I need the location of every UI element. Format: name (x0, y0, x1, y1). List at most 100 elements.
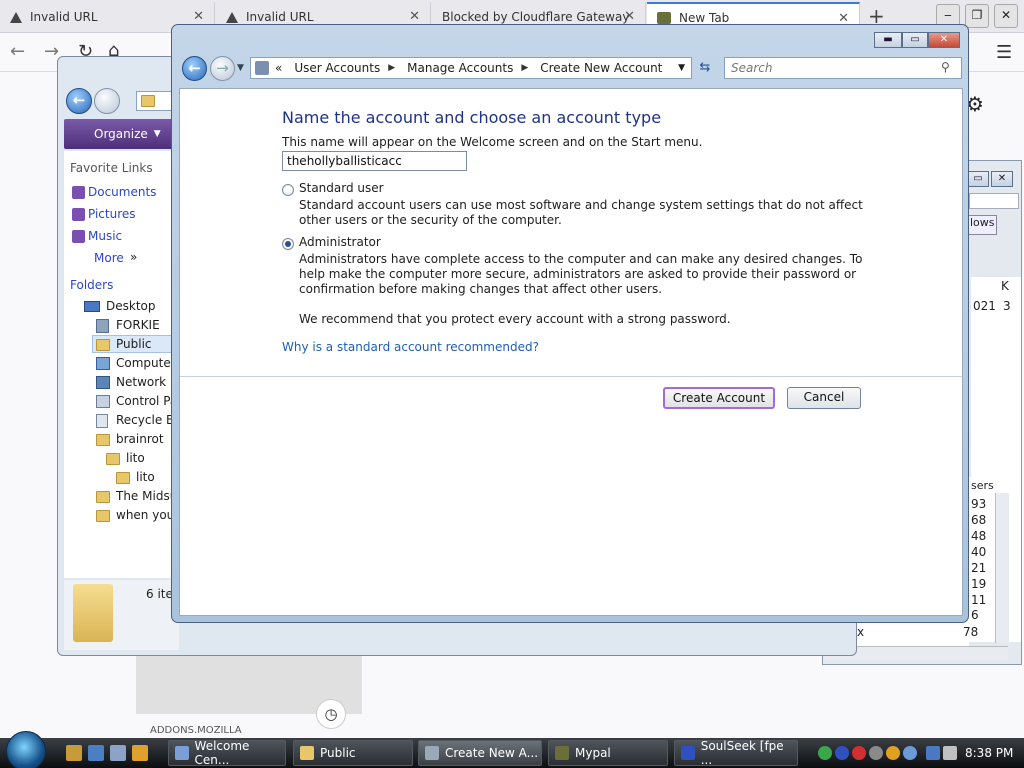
fav-music[interactable]: Music (88, 229, 122, 243)
restore-window-button[interactable]: ❐ (965, 4, 989, 28)
col-header: K (1001, 279, 1009, 293)
cell: 68 (971, 513, 987, 527)
clock[interactable]: 8:38 PM (965, 746, 1013, 760)
task-create-new-account[interactable]: Create New A... (418, 740, 542, 766)
tree-item[interactable]: The Midsu (116, 489, 177, 503)
account-name-input[interactable] (282, 151, 467, 171)
folder-icon (106, 453, 120, 465)
create-account-button[interactable]: Create Account (663, 387, 775, 409)
folder-icon (116, 472, 130, 484)
breadcrumb-create-new-account[interactable]: Create New Account (540, 61, 662, 75)
tree-item[interactable]: Desktop (106, 299, 156, 313)
task-welcome-center[interactable]: Welcome Cen... (168, 739, 286, 767)
close-tab-icon[interactable]: ✕ (193, 9, 204, 24)
tab-label: Invalid URL (246, 10, 314, 24)
organize-button[interactable]: Organize ▼ (64, 119, 179, 149)
tree-item[interactable]: lito (136, 470, 155, 484)
recycle-bin-icon (96, 414, 108, 428)
menu-icon[interactable]: ☰ (996, 42, 1012, 63)
scrollbar[interactable] (995, 493, 1009, 643)
volume-icon[interactable] (943, 746, 957, 760)
close-tab-icon[interactable]: ✕ (409, 9, 420, 24)
tray-icon[interactable] (903, 746, 917, 760)
network-icon[interactable] (926, 746, 940, 760)
windows-tab[interactable]: lows (967, 215, 997, 235)
start-orb-icon[interactable] (6, 731, 46, 768)
tree-item[interactable]: Recycle Bi (116, 413, 178, 427)
administrator-radio[interactable] (282, 238, 294, 250)
fav-pictures[interactable]: Pictures (88, 207, 136, 221)
tree-item[interactable]: lito (126, 451, 145, 465)
search-icon[interactable]: ⚲ (941, 60, 955, 74)
close-window-button[interactable]: ✕ (928, 32, 960, 48)
administrator-label[interactable]: Administrator (299, 235, 381, 249)
tab-favicon-icon (657, 12, 671, 24)
search-input[interactable]: Search ⚲ (724, 57, 962, 79)
tray-icon[interactable] (852, 746, 866, 760)
address-bar[interactable]: « User Accounts ▶ Manage Accounts ▶ Crea… (250, 57, 692, 79)
chevron-down-icon[interactable]: ▼ (678, 63, 685, 73)
back-arrow-icon[interactable]: ← (182, 56, 207, 81)
standard-user-description: Standard account users can use most soft… (299, 198, 863, 227)
tree-item[interactable]: Control Pa (116, 394, 177, 408)
cell: 11 (971, 593, 987, 607)
welcome-center-icon (175, 746, 189, 760)
standard-user-radio[interactable] (282, 184, 294, 196)
minimize-window-button[interactable]: ▬ (874, 32, 902, 48)
back-arrow-icon[interactable]: ← (10, 41, 25, 62)
back-arrow-icon[interactable]: ← (66, 88, 92, 114)
media-player-icon[interactable] (132, 745, 148, 761)
tree-item[interactable]: when you (116, 508, 174, 522)
breadcrumb-manage-accounts[interactable]: Manage Accounts (407, 61, 513, 75)
tree-item-selected[interactable]: Public (116, 337, 152, 351)
forward-arrow-icon[interactable]: → (210, 56, 235, 81)
close-window-button[interactable]: ✕ (994, 4, 1018, 28)
tray-icon[interactable] (835, 746, 849, 760)
folder-icon (96, 491, 110, 503)
folder-icon (300, 746, 314, 760)
tray-icon[interactable] (818, 746, 832, 760)
double-chevron-icon[interactable]: » (130, 250, 137, 264)
show-desktop-icon[interactable] (88, 745, 104, 761)
folder-icon (141, 95, 155, 107)
task-soulseek[interactable]: SoulSeek [fpe ... (674, 739, 798, 767)
tray-icon[interactable] (886, 746, 900, 760)
tray-icon[interactable] (869, 746, 883, 760)
computer-icon (96, 357, 110, 370)
tab-label: Invalid URL (30, 10, 98, 24)
tree-item[interactable]: FORKIE (116, 318, 160, 332)
chevron-down-icon: ▼ (153, 129, 161, 139)
tree-item[interactable]: Network (116, 375, 166, 389)
warning-icon (10, 11, 22, 23)
refresh-icon[interactable]: ⇆ (694, 57, 716, 79)
addons-label: ADDONS.MOZILLA (150, 725, 242, 736)
fav-documents[interactable]: Documents (88, 185, 156, 199)
forward-arrow-icon[interactable] (94, 88, 120, 114)
breadcrumb-overflow[interactable]: « (275, 61, 282, 75)
task-label: Create New A... (445, 746, 539, 760)
address-bar[interactable] (136, 91, 176, 111)
close-tab-icon[interactable]: ✕ (624, 9, 635, 24)
folders-title[interactable]: Folders (70, 278, 113, 292)
standard-account-help-link[interactable]: Why is a standard account recommended? (282, 340, 539, 354)
recent-pages-chevron-icon[interactable]: ▼ (237, 63, 244, 73)
task-mypal[interactable]: Mypal (548, 740, 668, 766)
chevron-right-icon[interactable]: ▶ (388, 63, 395, 73)
history-clock-icon[interactable]: ◷ (316, 699, 346, 729)
chevron-right-icon[interactable]: ▶ (521, 63, 528, 73)
quicklaunch-icon[interactable] (66, 745, 82, 761)
standard-user-label[interactable]: Standard user (299, 181, 384, 195)
maximize-window-button[interactable]: ▭ (902, 32, 928, 48)
cancel-button[interactable]: Cancel (787, 387, 861, 409)
restore-window-button[interactable]: ▭ (967, 171, 989, 187)
close-window-button[interactable]: ✕ (991, 171, 1013, 187)
folder-icon (96, 510, 110, 522)
switch-windows-icon[interactable] (110, 745, 126, 761)
task-public[interactable]: Public (293, 740, 413, 766)
breadcrumb-user-accounts[interactable]: User Accounts (294, 61, 380, 75)
tree-item[interactable]: Computer (116, 356, 176, 370)
tree-item[interactable]: brainrot (116, 432, 164, 446)
name-hint: This name will appear on the Welcome scr… (282, 135, 703, 149)
fav-more[interactable]: More (94, 251, 124, 265)
favorite-links-title: Favorite Links (70, 161, 153, 175)
